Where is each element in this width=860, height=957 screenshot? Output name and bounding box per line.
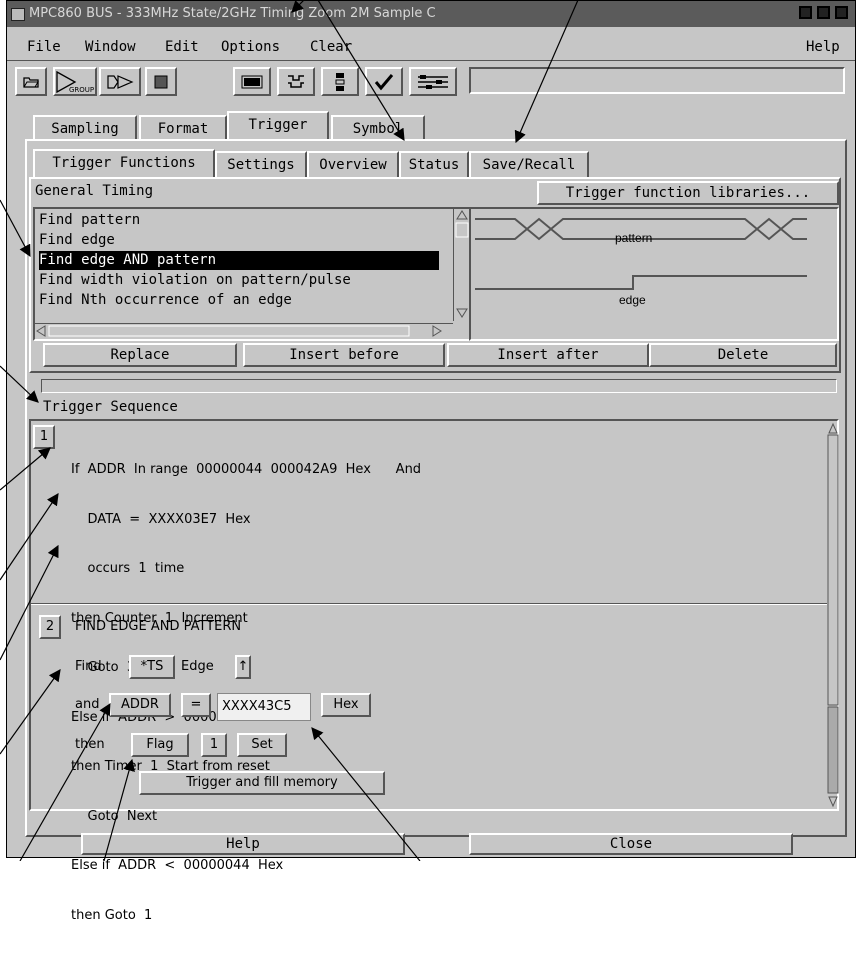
pattern-label: pattern bbox=[615, 231, 652, 245]
tab-overview[interactable]: Overview bbox=[307, 151, 399, 177]
run-icon bbox=[107, 74, 134, 89]
menu-window[interactable]: Window bbox=[85, 39, 136, 55]
edge-label: edge bbox=[619, 293, 646, 307]
close-window-button[interactable] bbox=[835, 6, 848, 19]
step-2-title: FIND EDGE AND PATTERN bbox=[75, 619, 242, 634]
list-vertical-scrollbar[interactable] bbox=[453, 209, 470, 321]
tools-icon bbox=[418, 74, 448, 89]
listing-icon bbox=[241, 75, 263, 88]
sequence-scrollbar[interactable] bbox=[827, 421, 839, 813]
tab-symbol[interactable]: Symbol bbox=[331, 115, 425, 141]
edge-label: Edge bbox=[181, 659, 214, 674]
menu-edit[interactable]: Edit bbox=[165, 39, 199, 55]
waveform-button[interactable] bbox=[277, 67, 315, 96]
tab-status[interactable]: Status bbox=[399, 151, 469, 177]
sequence-title: Trigger Sequence bbox=[43, 399, 178, 415]
operator-select[interactable]: = bbox=[181, 693, 211, 717]
minimize-button[interactable] bbox=[799, 6, 812, 19]
base-select[interactable]: Hex bbox=[321, 693, 371, 717]
run-group-button[interactable]: GROUP bbox=[53, 67, 97, 96]
action-select[interactable]: Flag bbox=[131, 733, 189, 757]
tab-sampling[interactable]: Sampling bbox=[33, 115, 137, 141]
window-menu-icon[interactable] bbox=[11, 8, 25, 21]
maximize-button[interactable] bbox=[817, 6, 830, 19]
menu-bar: File Window Edit Options Clear Help bbox=[7, 28, 855, 58]
waveform-icon bbox=[288, 74, 304, 88]
stop-icon bbox=[154, 75, 168, 88]
flag-operation-select[interactable]: Set bbox=[237, 733, 287, 757]
trigger-sequence-area: 1 If ADDR In range 00000044 000042A9 Hex… bbox=[29, 419, 839, 923]
function-diagram: pattern edge bbox=[469, 207, 839, 341]
list-item[interactable]: Find Nth occurrence of an edge bbox=[39, 291, 439, 310]
list-item[interactable]: Find edge bbox=[39, 231, 439, 250]
signal-select[interactable]: *TS bbox=[129, 655, 175, 679]
replace-button[interactable]: Replace bbox=[43, 343, 237, 367]
group-label: GROUP bbox=[69, 86, 94, 94]
stop-button[interactable] bbox=[145, 67, 177, 96]
main-window: MPC860 BUS - 333MHz State/2GHz Timing Zo… bbox=[6, 0, 856, 923]
step-2-button[interactable]: 2 bbox=[39, 615, 61, 639]
checkmark-icon bbox=[374, 73, 394, 90]
open-file-button[interactable] bbox=[15, 67, 47, 96]
tab-trigger[interactable]: Trigger bbox=[227, 111, 329, 141]
list-item[interactable]: Find width violation on pattern/pulse bbox=[39, 271, 439, 290]
flag-number-select[interactable]: 1 bbox=[201, 733, 227, 757]
edge-direction-select[interactable]: ↑ bbox=[235, 655, 251, 679]
chart-button[interactable] bbox=[321, 67, 359, 96]
final-action-select[interactable]: Trigger and fill memory bbox=[139, 771, 385, 795]
menu-help[interactable]: Help bbox=[806, 39, 840, 55]
function-list[interactable]: Find pattern Find edge Find edge AND pat… bbox=[33, 207, 471, 341]
then-label: then bbox=[75, 737, 105, 752]
window-title: MPC860 BUS - 333MHz State/2GHz Timing Zo… bbox=[29, 6, 436, 21]
tab-format[interactable]: Format bbox=[139, 115, 227, 141]
timing-diagram-graphic: pattern edge bbox=[475, 217, 807, 307]
list-item[interactable]: Find pattern bbox=[39, 211, 439, 230]
toolbar-text-field[interactable] bbox=[469, 67, 845, 94]
listing-button[interactable] bbox=[233, 67, 271, 96]
menu-file[interactable]: File bbox=[27, 39, 61, 55]
help-button[interactable]: Help bbox=[81, 833, 405, 855]
menu-options[interactable]: Options bbox=[221, 39, 280, 55]
step-1-button[interactable]: 1 bbox=[33, 425, 55, 449]
pattern-value-field[interactable]: XXXX43C5 bbox=[217, 693, 311, 721]
insert-before-button[interactable]: Insert before bbox=[243, 343, 445, 367]
folder-icon bbox=[23, 76, 39, 88]
close-button[interactable]: Close bbox=[469, 833, 793, 855]
insert-after-button[interactable]: Insert after bbox=[447, 343, 649, 367]
tab-save-recall[interactable]: Save/Recall bbox=[469, 151, 589, 177]
category-label: General Timing bbox=[35, 183, 154, 199]
tab-trigger-functions[interactable]: Trigger Functions bbox=[33, 149, 215, 179]
pane-splitter[interactable] bbox=[41, 379, 837, 393]
list-item-selected[interactable]: Find edge AND pattern bbox=[39, 251, 439, 270]
tab-settings[interactable]: Settings bbox=[215, 151, 307, 177]
title-bar[interactable]: MPC860 BUS - 333MHz State/2GHz Timing Zo… bbox=[7, 1, 855, 27]
check-button[interactable] bbox=[365, 67, 403, 96]
menu-clear[interactable]: Clear bbox=[310, 39, 352, 55]
label-select[interactable]: ADDR bbox=[109, 693, 171, 717]
trigger-function-libraries-button[interactable]: Trigger function libraries... bbox=[537, 181, 839, 205]
run-group-icon: GROUP bbox=[56, 70, 94, 94]
delete-button[interactable]: Delete bbox=[649, 343, 837, 367]
list-horizontal-scrollbar[interactable] bbox=[35, 323, 453, 338]
run-button[interactable] bbox=[99, 67, 141, 96]
and-label: and bbox=[75, 697, 100, 712]
chart-icon bbox=[335, 72, 345, 91]
tools-button[interactable] bbox=[409, 67, 457, 96]
find-label: Find bbox=[75, 659, 102, 674]
